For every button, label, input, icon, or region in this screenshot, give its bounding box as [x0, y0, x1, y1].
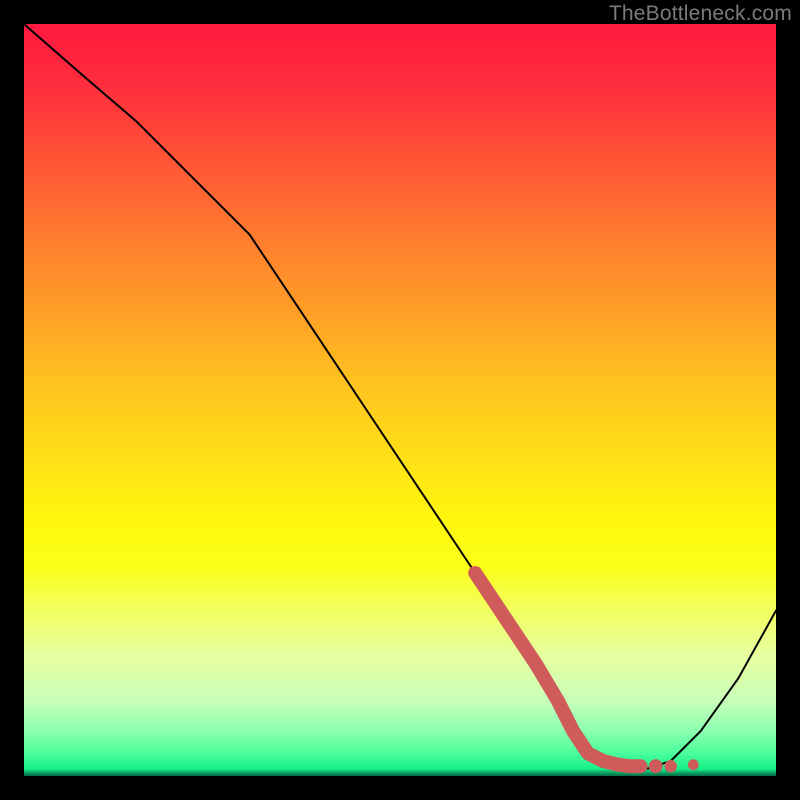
bottleneck-curve-line [24, 24, 776, 769]
plot-area [24, 24, 776, 776]
chart-frame: TheBottleneck.com [0, 0, 800, 800]
curve-overlay [24, 24, 776, 776]
optimal-dot [649, 759, 663, 773]
optimal-dot [665, 760, 677, 772]
optimal-range-dots [649, 759, 699, 773]
optimal-range-segment [475, 573, 640, 766]
optimal-dot [688, 759, 699, 770]
watermark-text: TheBottleneck.com [609, 2, 792, 26]
